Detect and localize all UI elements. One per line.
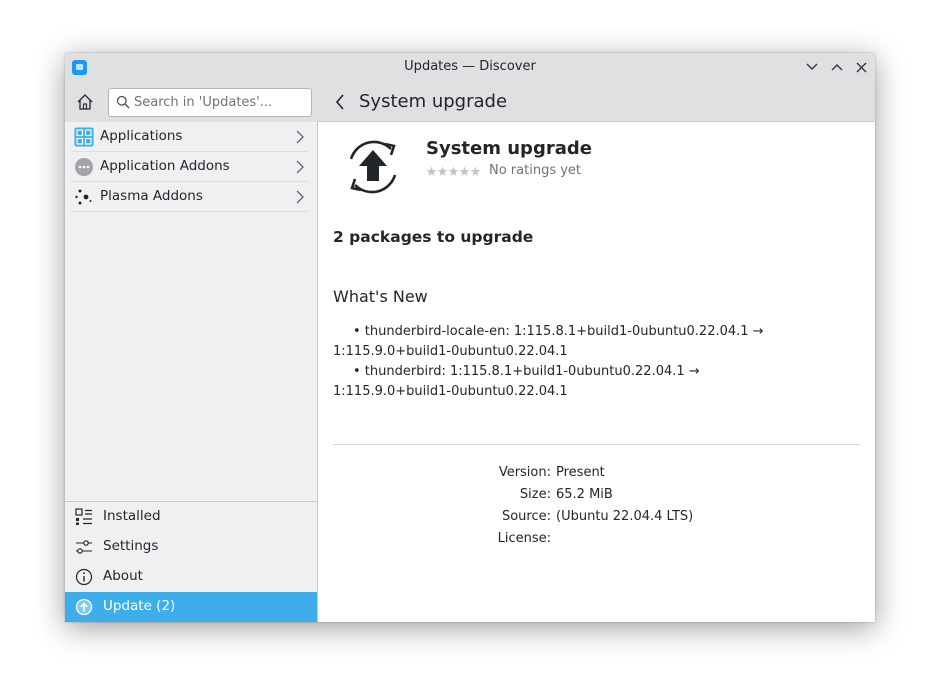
sidebar-item-label: Applications [100, 128, 183, 144]
detail-value: 65.2 MiB [556, 487, 613, 502]
detail-row-source: Source: (Ubuntu 22.04.4 LTS) [318, 507, 875, 529]
maximize-button[interactable] [827, 57, 847, 77]
page-title: System upgrade [359, 91, 508, 112]
nav-item-about[interactable]: About [65, 562, 317, 592]
chevron-left-icon [335, 94, 344, 110]
nav-item-label: Settings [103, 538, 159, 554]
star-icon [470, 166, 481, 177]
back-button[interactable] [331, 92, 349, 112]
nav-item-update[interactable]: Update (2) [65, 592, 317, 622]
sidebar-item-application-addons[interactable]: Application Addons [71, 152, 308, 182]
sidebar-header [65, 81, 318, 122]
title-bar: Updates — Discover [65, 53, 875, 81]
ratings-text: No ratings yet [489, 163, 582, 178]
sidebar: Applications Application Addons Plasma A… [65, 122, 318, 622]
detail-row-version: Version: Present [318, 463, 875, 485]
home-icon [77, 94, 93, 110]
close-icon [856, 62, 866, 72]
star-icon [448, 166, 459, 177]
installed-list-icon [75, 508, 92, 525]
page-header: System upgrade [318, 81, 875, 122]
chevron-up-icon [831, 64, 843, 71]
changelog-item-continued: 1:115.9.0+build1-0ubuntu0.22.04.1 [333, 384, 568, 399]
detail-row-size: Size: 65.2 MiB [318, 485, 875, 507]
changelog-item: • thunderbird-locale-en: 1:115.8.1+build… [353, 324, 764, 339]
nav-item-label: Update (2) [103, 598, 176, 614]
sidebar-item-plasma-addons[interactable]: Plasma Addons [71, 182, 308, 212]
settings-sliders-icon [76, 540, 92, 554]
main-content: System upgrade No ratings yet 2 packages… [318, 122, 875, 622]
detail-row-license: License: [318, 529, 875, 551]
search-input[interactable] [134, 89, 308, 116]
search-icon [116, 95, 130, 109]
update-icon [75, 598, 93, 616]
nav-item-installed[interactable]: Installed [65, 502, 317, 532]
rating-stars [426, 166, 481, 177]
star-icon [459, 166, 470, 177]
plasma-icon [75, 189, 92, 205]
detail-key: Source: [501, 509, 551, 524]
detail-key: Size: [519, 487, 551, 502]
detail-key: Version: [498, 465, 551, 480]
info-icon [75, 568, 93, 586]
search-box[interactable] [108, 88, 312, 117]
nav-item-settings[interactable]: Settings [65, 532, 317, 562]
details-table: Version: Present Size: 65.2 MiB Source: … [318, 463, 875, 551]
discover-window: Updates — Discover Search in 'Updates'..… [65, 53, 875, 622]
detail-value: (Ubuntu 22.04.4 LTS) [556, 509, 694, 524]
close-button[interactable] [851, 57, 871, 77]
window-title: Updates — Discover [404, 59, 536, 74]
sidebar-item-applications[interactable]: Applications [71, 122, 308, 152]
changelog-item: • thunderbird: 1:115.8.1+build1-0ubuntu0… [353, 364, 700, 379]
packages-summary: 2 packages to upgrade [333, 228, 534, 246]
changelog: • thunderbird-locale-en: 1:115.8.1+build… [333, 322, 863, 402]
sidebar-item-label: Application Addons [100, 158, 230, 174]
app-title: System upgrade [426, 138, 592, 159]
changelog-item-continued: 1:115.9.0+build1-0ubuntu0.22.04.1 [333, 344, 568, 359]
nav-item-label: About [103, 568, 143, 584]
applications-grid-icon [74, 127, 94, 147]
detail-value: Present [556, 465, 605, 480]
divider [333, 444, 860, 445]
chevron-down-icon [806, 63, 818, 70]
chevron-right-icon [296, 160, 304, 174]
home-button[interactable] [75, 92, 95, 112]
system-upgrade-icon [349, 140, 397, 194]
whats-new-heading: What's New [333, 287, 428, 306]
bottom-nav: Installed Settings About Update (2) [65, 501, 317, 622]
detail-key: License: [497, 531, 551, 546]
sidebar-item-label: Plasma Addons [100, 188, 203, 204]
chevron-right-icon [296, 190, 304, 204]
more-dots-icon [75, 158, 93, 176]
minimize-button[interactable] [802, 57, 822, 77]
nav-item-label: Installed [103, 508, 161, 524]
chevron-right-icon [296, 130, 304, 144]
star-icon [426, 166, 437, 177]
star-icon [437, 166, 448, 177]
